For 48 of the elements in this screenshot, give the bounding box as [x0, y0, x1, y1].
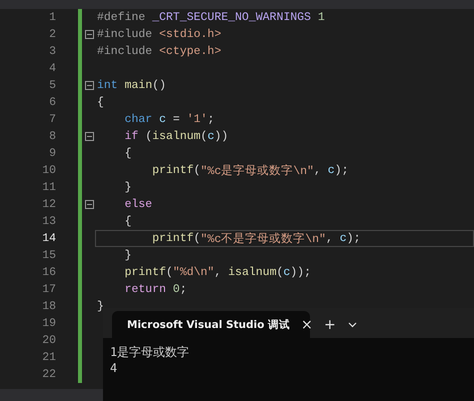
line-number: 21	[41, 351, 56, 364]
line-number: 16	[41, 266, 56, 279]
collapse-icon[interactable]	[85, 132, 94, 141]
code-line: {	[96, 95, 105, 111]
code-line: #define _CRT_SECURE_NO_WARNINGS 1	[96, 10, 326, 26]
line-number: 1	[48, 11, 56, 24]
new-tab-button[interactable]: +	[320, 316, 340, 332]
line-number: 2	[48, 28, 56, 41]
line-number: 12	[41, 198, 56, 211]
line-number: 20	[41, 334, 56, 347]
line-number: 11	[41, 181, 56, 194]
line-number: 8	[48, 130, 56, 143]
code-line: {	[124, 146, 133, 162]
console-tab[interactable]: Microsoft Visual Studio 调试 ×	[112, 311, 310, 338]
code-line: else	[124, 197, 154, 213]
line-number: 19	[41, 317, 56, 330]
code-line: }	[96, 299, 105, 315]
code-line: int main()	[96, 78, 168, 94]
console-output-line: 4	[110, 360, 118, 376]
line-number: 7	[48, 113, 56, 126]
line-number: 3	[48, 45, 56, 58]
line-number: 18	[41, 300, 56, 313]
code-line: printf("%c是字母或数字\n", c);	[151, 163, 350, 179]
line-number: 4	[48, 62, 56, 75]
console-output-line: 1是字母或数字	[110, 344, 190, 360]
code-line: printf("%d\n", isalnum(c));	[124, 265, 312, 281]
code-line: }	[124, 248, 133, 264]
collapse-icon[interactable]	[85, 81, 94, 90]
collapse-icon[interactable]	[85, 200, 94, 209]
code-line: char c = '1';	[124, 112, 216, 128]
code-line: }	[124, 180, 133, 196]
line-number: 15	[41, 249, 56, 262]
code-line: {	[124, 214, 133, 230]
line-number: 5	[48, 79, 56, 92]
line-number: 14	[41, 232, 56, 245]
code-line: return 0;	[124, 282, 188, 298]
line-number: 17	[41, 283, 56, 296]
chevron-down-icon[interactable]	[348, 322, 357, 328]
line-number: 9	[48, 147, 56, 160]
line-number: 10	[41, 164, 56, 177]
code-line: if (isalnum(c))	[124, 129, 230, 145]
code-line: #include <ctype.h>	[96, 44, 222, 60]
line-number: 6	[48, 96, 56, 109]
code-line: #include <stdio.h>	[96, 27, 222, 43]
collapse-icon[interactable]	[85, 30, 94, 39]
line-number: 13	[41, 215, 56, 228]
line-number: 22	[41, 368, 56, 381]
tab-title: Microsoft Visual Studio 调试	[127, 318, 290, 332]
